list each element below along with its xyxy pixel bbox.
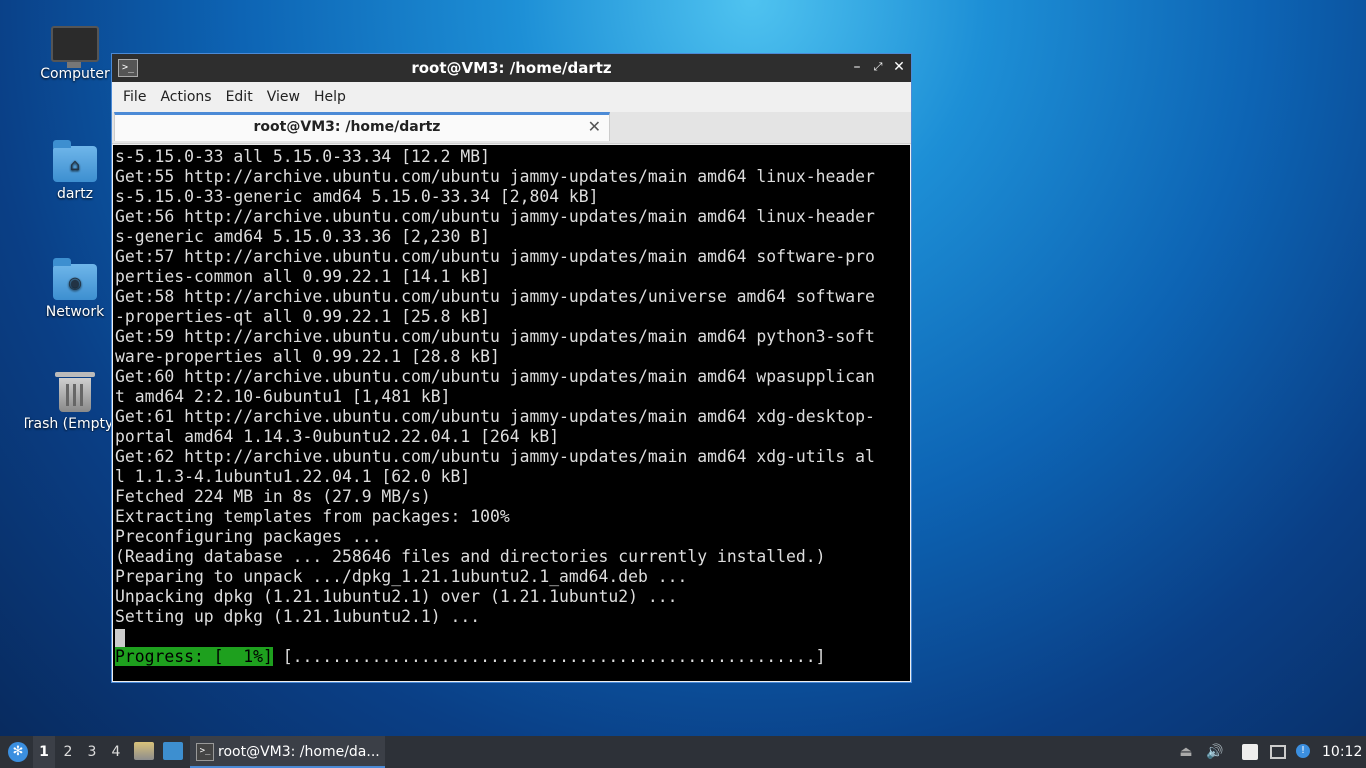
tab-bar: root@VM3: /home/dartz ✕	[112, 112, 911, 144]
terminal-line: Fetched 224 MB in 8s (27.9 MB/s)	[115, 487, 431, 506]
taskbar-task-terminal[interactable]: >_ root@VM3: /home/da...	[190, 736, 385, 768]
tray-eject-icon[interactable]: ⏏	[1178, 744, 1194, 760]
computer-icon	[51, 26, 99, 68]
terminal-line: Unpacking dpkg (1.21.1ubuntu2.1) over (1…	[115, 587, 678, 606]
terminal-line: Get:56 http://archive.ubuntu.com/ubuntu …	[115, 207, 875, 226]
terminal-line: l 1.1.3-4.1ubuntu1.22.04.1 [62.0 kB]	[115, 467, 471, 486]
desktop-icon-label: Trash (Empty)	[25, 416, 119, 432]
terminal-cursor	[115, 628, 125, 647]
tab-title: root@VM3: /home/dartz	[253, 119, 441, 135]
minimize-icon[interactable]: –	[848, 58, 866, 76]
close-icon[interactable]: ✕	[890, 58, 908, 76]
home-folder-icon: ⌂	[53, 140, 97, 182]
desktop-icon-label: Network	[45, 304, 105, 320]
clipboard-icon[interactable]	[1242, 744, 1258, 760]
taskbar: ✻ 1 2 3 4 >_ root@VM3: /home/da... ⏏ 🔊 !…	[0, 736, 1366, 768]
progress-label: Progress: [ 1%]	[115, 647, 273, 666]
terminal-line: Preparing to unpack .../dpkg_1.21.1ubunt…	[115, 567, 688, 586]
terminal-line: Get:62 http://archive.ubuntu.com/ubuntu …	[115, 447, 875, 466]
terminal-line: Get:55 http://archive.ubuntu.com/ubuntu …	[115, 167, 875, 186]
terminal-task-icon: >_	[196, 743, 214, 761]
notification-icon[interactable]: !	[1296, 744, 1310, 758]
progress-line: Progress: [ 1%] [.......................…	[115, 647, 875, 667]
trash-icon	[55, 372, 95, 412]
terminal-window: >_ root@VM3: /home/dartz – ⤢ ✕ File Acti…	[111, 53, 912, 683]
progress-bar: [.......................................…	[272, 647, 826, 666]
menu-help[interactable]: Help	[307, 89, 353, 105]
menubar: File Actions Edit View Help	[112, 82, 911, 112]
terminal-line: s-generic amd64 5.15.0.33.36 [2,230 B]	[115, 227, 490, 246]
menu-edit[interactable]: Edit	[219, 89, 260, 105]
terminal-line: Setting up dpkg (1.21.1ubuntu2.1) ...	[115, 607, 481, 626]
file-manager-icon[interactable]	[134, 742, 154, 760]
terminal-line: Get:61 http://archive.ubuntu.com/ubuntu …	[115, 407, 875, 426]
terminal-output[interactable]: s-5.15.0-33 all 5.15.0-33.34 [12.2 MB] Ge…	[113, 145, 910, 681]
terminal-line: Get:60 http://archive.ubuntu.com/ubuntu …	[115, 367, 875, 386]
terminal-line: Get:59 http://archive.ubuntu.com/ubuntu …	[115, 327, 875, 346]
desktop-icon-label: dartz	[56, 186, 94, 202]
tab-close-icon[interactable]: ✕	[588, 117, 601, 136]
menu-actions[interactable]: Actions	[153, 89, 218, 105]
terminal-line: s-5.15.0-33 all 5.15.0-33.34 [12.2 MB]	[115, 147, 490, 166]
workspace-4[interactable]: 4	[105, 736, 127, 768]
workspace-1[interactable]: 1	[33, 736, 55, 768]
desktop-icon-trash[interactable]: Trash (Empty)	[25, 370, 125, 432]
desktop-icon-label: Computer	[40, 66, 110, 82]
network-folder-icon: ◉	[53, 258, 97, 300]
task-label: root@VM3: /home/da...	[218, 744, 380, 760]
window-titlebar[interactable]: >_ root@VM3: /home/dartz – ⤢ ✕	[112, 54, 911, 82]
terminal-line: perties-common all 0.99.22.1 [14.1 kB]	[115, 267, 490, 286]
terminal-text: s-5.15.0-33 all 5.15.0-33.34 [12.2 MB] Ge…	[115, 147, 875, 667]
menu-view[interactable]: View	[260, 89, 307, 105]
terminal-tab[interactable]: root@VM3: /home/dartz ✕	[114, 112, 610, 141]
show-desktop-icon[interactable]	[163, 742, 183, 760]
terminal-line: -properties-qt all 0.99.22.1 [25.8 kB]	[115, 307, 490, 326]
terminal-line: Extracting templates from packages: 100%	[115, 507, 510, 526]
terminal-line: Get:57 http://archive.ubuntu.com/ubuntu …	[115, 247, 875, 266]
desktop-icon-network[interactable]: ◉ Network	[25, 258, 125, 320]
desktop-icon-computer[interactable]: Computer	[25, 22, 125, 82]
workspace-3[interactable]: 3	[81, 736, 103, 768]
menu-file[interactable]: File	[116, 89, 153, 105]
maximize-icon[interactable]: ⤢	[869, 58, 887, 76]
terminal-line: ware-properties all 0.99.22.1 [28.8 kB]	[115, 347, 500, 366]
terminal-line: Get:58 http://archive.ubuntu.com/ubuntu …	[115, 287, 875, 306]
workspace-2[interactable]: 2	[57, 736, 79, 768]
terminal-line: t amd64 2:2.10-6ubuntu1 [1,481 kB]	[115, 387, 451, 406]
terminal-line: Preconfiguring packages ...	[115, 527, 382, 546]
terminal-cursor-line	[115, 627, 875, 647]
terminal-line: (Reading database ... 258646 files and d…	[115, 547, 826, 566]
start-menu-button[interactable]: ✻	[4, 736, 28, 768]
terminal-line: portal amd64 1.14.3-0ubuntu2.22.04.1 [26…	[115, 427, 560, 446]
terminal-line: s-5.15.0-33-generic amd64 5.15.0-33.34 […	[115, 187, 599, 206]
lxqt-menu-icon: ✻	[8, 742, 28, 762]
clock[interactable]: 10:12	[1322, 736, 1362, 768]
volume-icon[interactable]: 🔊	[1206, 744, 1223, 760]
desktop-icon-home-folder[interactable]: ⌂ dartz	[25, 140, 125, 202]
window-title: root@VM3: /home/dartz	[411, 59, 612, 77]
network-tray-icon[interactable]	[1270, 745, 1286, 759]
